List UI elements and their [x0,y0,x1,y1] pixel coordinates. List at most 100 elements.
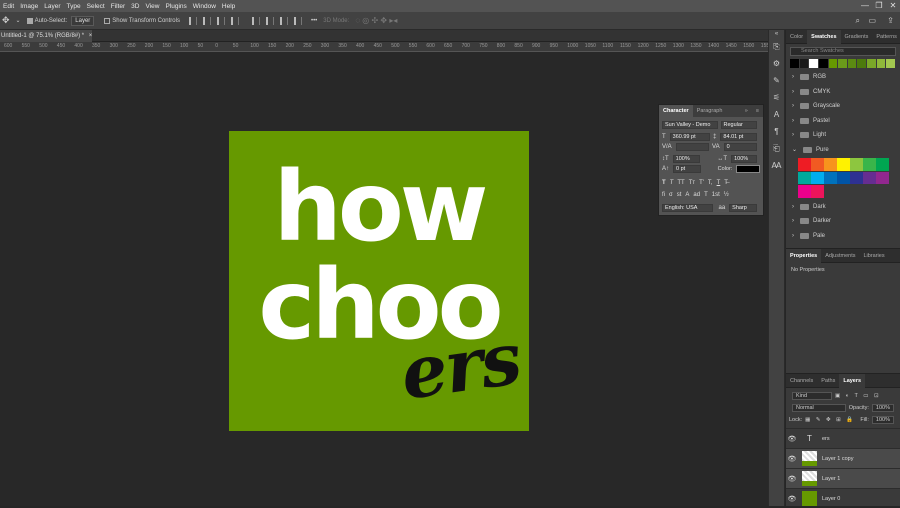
swatch[interactable] [876,158,889,171]
close-icon[interactable]: × [89,33,93,39]
swatch[interactable] [886,59,896,68]
tab-patterns[interactable]: Patterns [872,30,900,44]
swatch[interactable] [798,185,811,198]
menu-filter[interactable]: Filter [111,3,125,10]
align-center-icon[interactable] [202,16,211,25]
old-style-icon[interactable]: σ [669,192,673,198]
adjust-icon[interactable]: ⚟ [769,89,784,106]
close-button[interactable]: ✕ [886,0,900,12]
more-button[interactable]: ••• [311,18,317,24]
3d-orbit-icon[interactable]: ◌ ◎ ✣ ✥ ▸◂ [355,16,397,25]
swatch[interactable] [811,185,824,198]
collapse-panels-icon[interactable]: « [769,30,784,38]
swatch[interactable] [857,59,867,68]
menu-help[interactable]: Help [222,3,235,10]
tab-paths[interactable]: Paths [817,374,839,388]
layer-row[interactable]: 👁 Layer 0 [786,488,900,508]
layer-row[interactable]: 👁 Layer 1 copy [786,448,900,468]
auto-select-checkbox[interactable] [26,17,33,24]
tab-libraries[interactable]: Libraries [859,249,888,263]
strikethrough-icon[interactable]: T̶ [724,180,728,186]
layer-row[interactable]: 👁 Layer 1 [786,468,900,488]
swatch-folder[interactable]: › CMYK [786,85,900,100]
align-middle-icon[interactable] [265,16,274,25]
swatch-folder[interactable]: › RGB [786,70,900,85]
fractions-icon[interactable]: ½ [724,192,729,198]
visibility-eye-icon[interactable]: 👁 [786,455,798,463]
faux-italic-icon[interactable]: T [670,180,674,186]
swatch[interactable] [863,158,876,171]
baseline-shift-field[interactable]: 0 pt [673,165,701,173]
chevron-right-icon[interactable]: › [792,118,794,124]
tab-gradients[interactable]: Gradients [841,30,873,44]
blend-mode-select[interactable]: Normal [792,404,846,412]
tab-color[interactable]: Color [786,30,807,44]
color-swatch[interactable] [736,165,760,173]
artwork-canvas[interactable]: how choo ers [229,131,529,431]
character-icon[interactable]: A [769,106,784,123]
chevron-right-icon[interactable]: › [792,218,794,224]
chevron-down-icon[interactable]: ⌄ [792,146,797,153]
swatch-folder[interactable]: › Light [786,128,900,143]
kerning-field[interactable] [675,143,710,151]
font-family-select[interactable]: Sun Valley - Demo [662,121,718,129]
align-right-icon[interactable] [216,16,225,25]
horizontal-scale-field[interactable]: 100% [731,155,757,163]
underline-icon[interactable]: T [717,180,721,186]
titling-icon[interactable]: T [704,192,708,198]
tab-paragraph[interactable]: Paragraph [693,105,727,117]
swatch[interactable] [863,171,876,184]
subscript-icon[interactable]: T, [708,180,713,186]
horizontal-ruler[interactable]: 600 550 500 450 400 350 300 250 200 150 100 50 0 50 10… [0,42,785,52]
swatch-folder[interactable]: › Darker [786,214,900,229]
history-icon[interactable]: ⎘ [769,38,784,55]
paragraph-icon[interactable]: ¶ [769,123,784,140]
discretionary-ligature-icon[interactable]: st [677,192,682,198]
language-select[interactable]: English: USA [662,204,714,212]
workspace-icon[interactable]: ▭ [868,16,876,25]
share-icon[interactable]: ⇪ [887,16,894,25]
tab-layers[interactable]: Layers [839,373,866,388]
swatch[interactable] [847,59,857,68]
swatch[interactable] [824,158,837,171]
swatch[interactable] [837,171,850,184]
menu-layer[interactable]: Layer [44,3,60,10]
swatch[interactable] [811,158,824,171]
menu-type[interactable]: Type [67,3,81,10]
ordinals-icon[interactable]: 1st [712,192,720,198]
layer-filter-kind[interactable]: Kind [792,392,832,400]
opacity-field[interactable]: 100% [871,404,894,412]
swatch[interactable] [867,59,876,68]
restore-button[interactable]: ❐ [872,0,886,12]
tab-character[interactable]: Character [659,105,693,117]
move-tool-icon[interactable]: ✥ [2,15,10,26]
chevron-right-icon[interactable]: › [792,132,794,138]
swash-icon[interactable]: A [685,192,689,198]
swatch[interactable] [850,158,863,171]
tracking-field[interactable]: 0 [723,143,757,151]
menu-view[interactable]: View [145,3,159,10]
chevron-right-icon[interactable]: › [792,103,794,109]
swatch[interactable] [818,59,828,68]
swatch-folder[interactable]: › Grayscale [786,99,900,114]
font-size-field[interactable]: 360.99 pt [669,133,711,141]
all-caps-icon[interactable]: TT [677,180,684,186]
swatch[interactable] [837,158,850,171]
collapse-icon[interactable]: » [741,105,752,117]
chevron-down-icon[interactable]: ⌄ [16,17,21,24]
tab-adjustments[interactable]: Adjustments [821,249,859,263]
small-caps-icon[interactable]: Tт [689,180,695,186]
swatches-search-input[interactable]: Search Swatches [790,47,896,56]
stylistic-alternates-icon[interactable]: ad [693,192,700,198]
swatch[interactable] [809,59,818,68]
swatch[interactable] [850,171,863,184]
swatch[interactable] [798,171,811,184]
align-top-icon[interactable] [251,16,260,25]
swatch[interactable] [876,171,889,184]
font-style-select[interactable]: Regular [720,121,757,129]
distribute-vertical-icon[interactable] [293,16,302,25]
swatch[interactable] [798,158,811,171]
chevron-right-icon[interactable]: › [792,89,794,95]
swatch[interactable] [824,171,837,184]
menu-edit[interactable]: Edit [3,3,14,10]
